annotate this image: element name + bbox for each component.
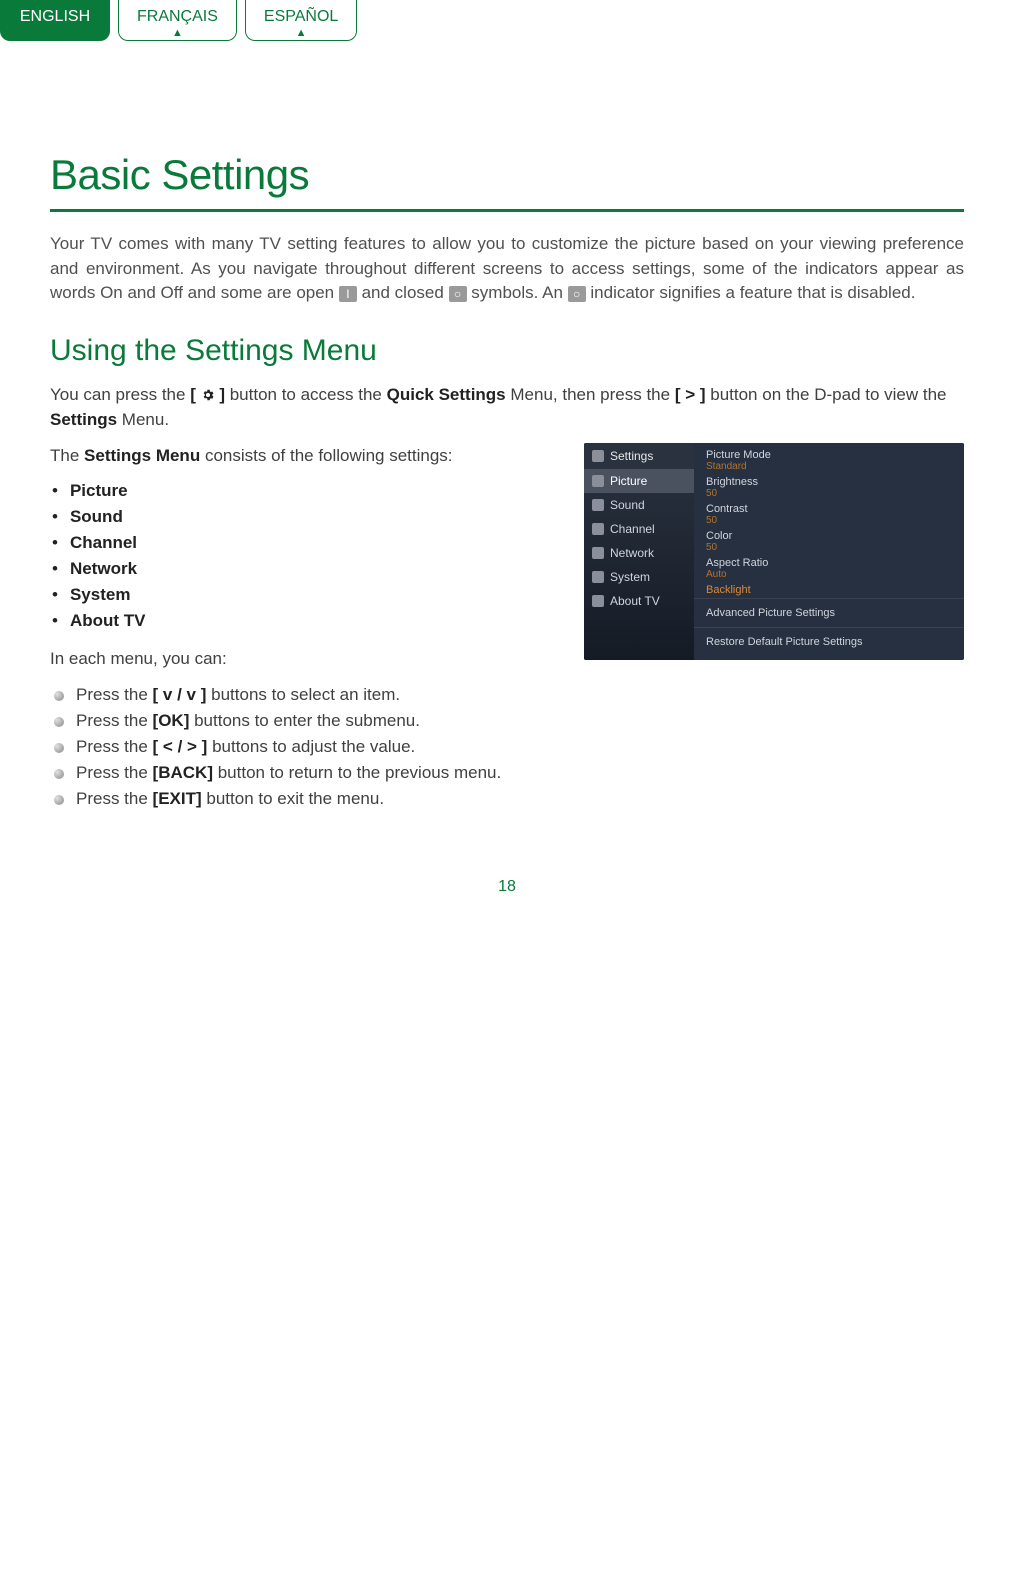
actions-list: Press the [ v / v ] buttons to select an…: [50, 682, 554, 812]
settings-list-item: Picture: [50, 478, 554, 504]
tv-menu-row: Restore Default Picture Settings: [694, 627, 964, 656]
tv-setting-row: Color50: [694, 528, 964, 555]
action-list-item: Press the [BACK] button to return to the…: [50, 760, 554, 786]
tv-menu-sidebar: Settings PictureSoundChannelNetworkSyste…: [584, 443, 694, 660]
settings-menu-sentence: The Settings Menu consists of the follow…: [50, 443, 554, 469]
tv-setting-row: Picture ModeStandard: [694, 447, 964, 474]
tab-francais[interactable]: FRANÇAIS ▲: [118, 0, 237, 41]
tab-label: ENGLISH: [20, 8, 90, 25]
settings-list-item: Channel: [50, 530, 554, 556]
action-list-item: Press the [OK] buttons to enter the subm…: [50, 708, 554, 734]
menu-icon: [592, 595, 604, 607]
gear-icon: [592, 450, 604, 462]
action-list-item: Press the [ < / > ] buttons to adjust th…: [50, 734, 554, 760]
settings-list-item: About TV: [50, 608, 554, 634]
instruction-paragraph: You can press the [ ] button to access t…: [50, 382, 964, 433]
menu-icon: [592, 547, 604, 559]
tab-label: ESPAÑOL: [264, 8, 338, 25]
tv-setting-row: Backlight: [694, 582, 964, 598]
chevron-down-icon: ▲: [137, 28, 218, 38]
tv-sidebar-item: Sound: [584, 493, 694, 517]
tv-settings-screenshot: Settings PictureSoundChannelNetworkSyste…: [584, 443, 964, 660]
toggle-closed-icon: ○: [449, 286, 467, 302]
toggle-disabled-icon: ○: [568, 286, 586, 302]
divider: [50, 209, 964, 212]
tv-sidebar-item: Network: [584, 541, 694, 565]
tv-sidebar-item: Picture: [584, 469, 694, 493]
tv-menu-title: Settings: [584, 443, 694, 469]
chevron-down-icon: ▲: [264, 28, 338, 38]
section-heading: Using the Settings Menu: [50, 334, 964, 368]
settings-list-item: Sound: [50, 504, 554, 530]
tv-sidebar-item: System: [584, 565, 694, 589]
menu-icon: [592, 523, 604, 535]
tv-setting-row: Contrast50: [694, 501, 964, 528]
page-number: 18: [0, 858, 1014, 926]
tv-menu-row: Advanced Picture Settings: [694, 598, 964, 627]
menu-actions-intro: In each menu, you can:: [50, 646, 554, 672]
gear-icon: [201, 384, 215, 398]
tv-setting-row: Aspect RatioAuto: [694, 555, 964, 582]
page-title: Basic Settings: [50, 151, 964, 199]
tv-setting-row: Brightness50: [694, 474, 964, 501]
tab-english[interactable]: ENGLISH ▲: [0, 0, 110, 41]
tv-sidebar-item: About TV: [584, 589, 694, 613]
menu-icon: [592, 571, 604, 583]
settings-list-item: System: [50, 582, 554, 608]
intro-paragraph: Your TV comes with many TV setting featu…: [50, 232, 964, 306]
settings-list: PictureSoundChannelNetworkSystemAbout TV: [50, 478, 554, 634]
menu-icon: [592, 499, 604, 511]
action-list-item: Press the [ v / v ] buttons to select an…: [50, 682, 554, 708]
page-content: Basic Settings Your TV comes with many T…: [0, 41, 1014, 858]
menu-icon: [592, 475, 604, 487]
language-tabs: ENGLISH ▲ FRANÇAIS ▲ ESPAÑOL ▲: [0, 0, 1014, 41]
tab-espanol[interactable]: ESPAÑOL ▲: [245, 0, 357, 41]
action-list-item: Press the [EXIT] button to exit the menu…: [50, 786, 554, 812]
settings-list-item: Network: [50, 556, 554, 582]
toggle-open-icon: I: [339, 286, 357, 302]
tv-sidebar-item: Channel: [584, 517, 694, 541]
tv-menu-panel: Picture ModeStandardBrightness50Contrast…: [694, 443, 964, 660]
tab-label: FRANÇAIS: [137, 8, 218, 25]
